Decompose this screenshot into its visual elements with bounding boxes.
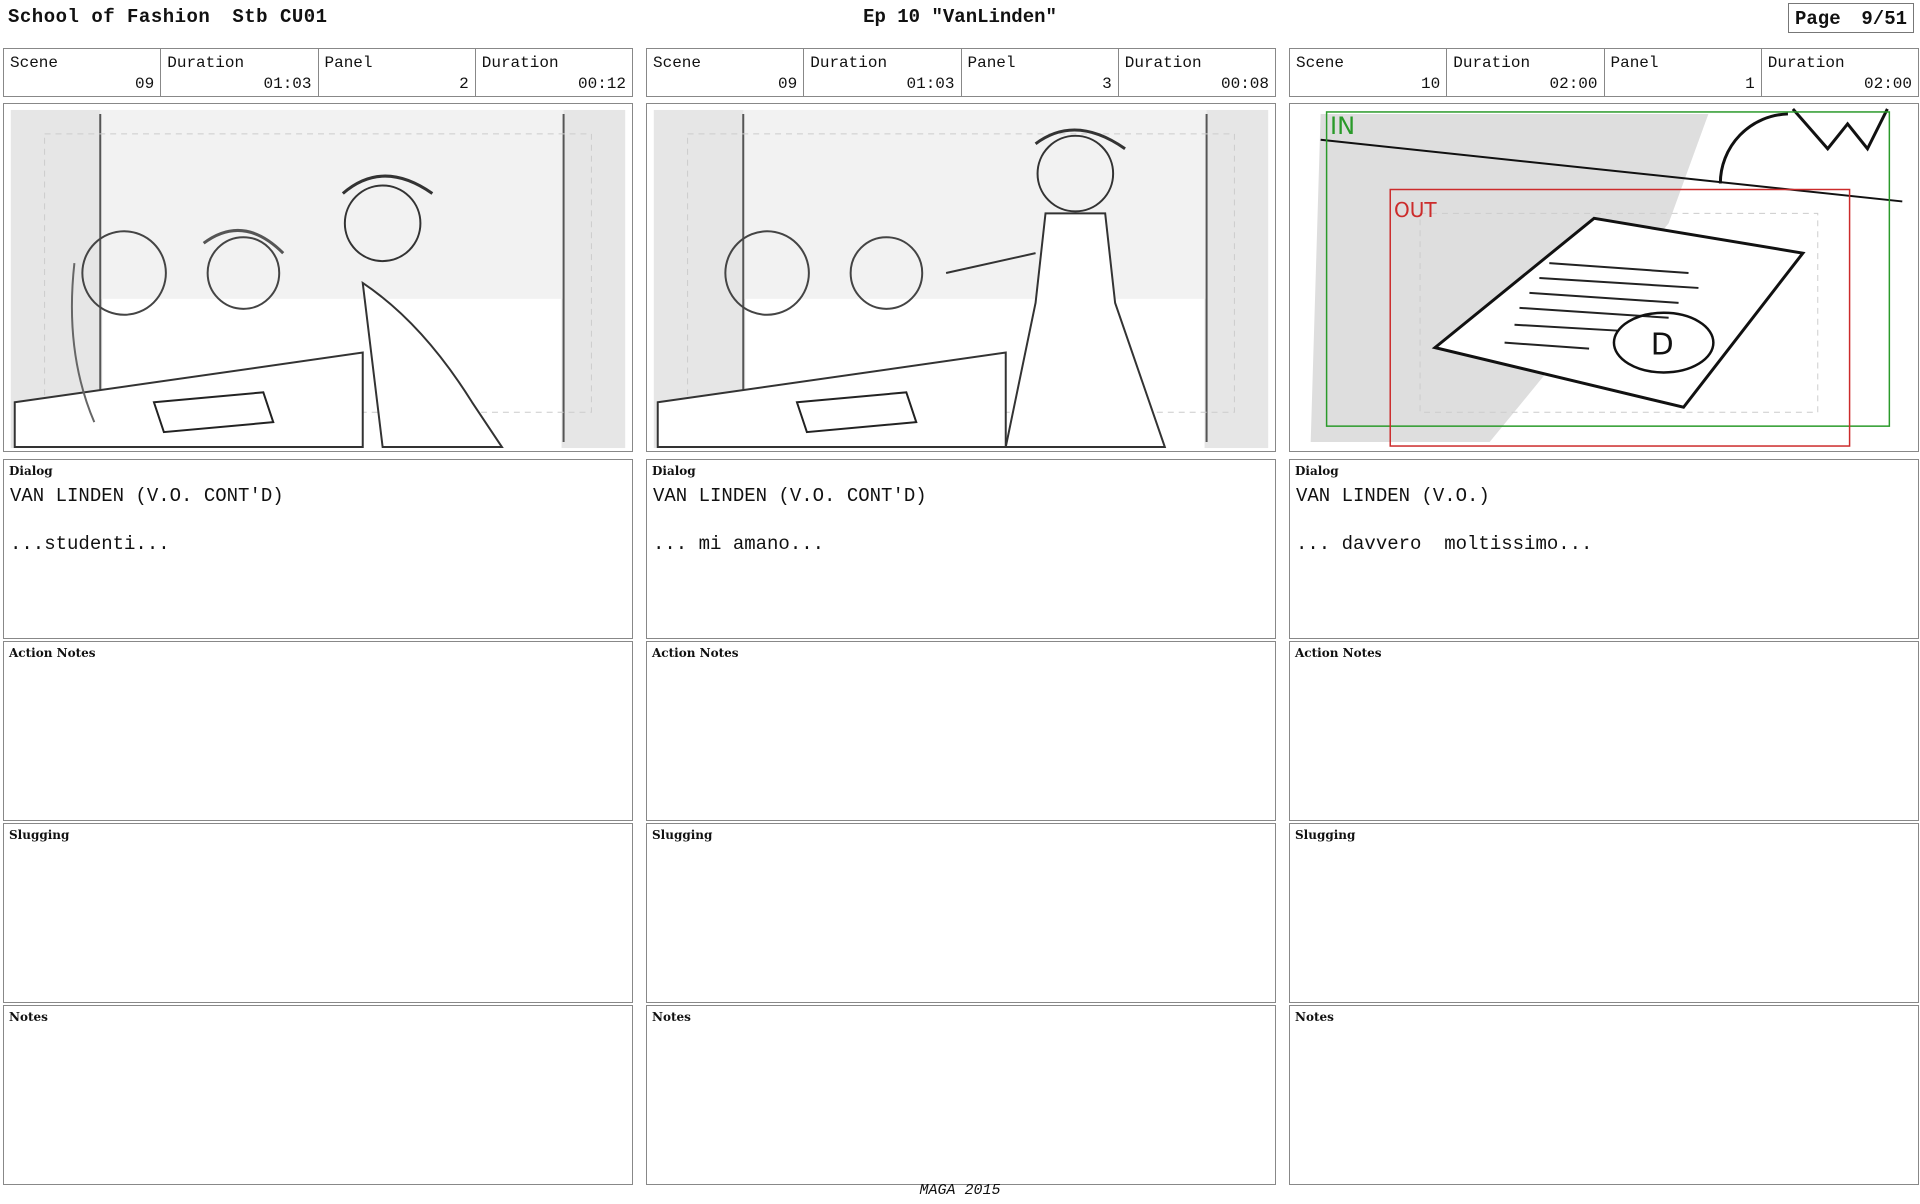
dialog-box[interactable]: Dialog VAN LINDEN (V.O. CONT'D) ...studen… bbox=[3, 459, 633, 639]
page-label: Page bbox=[1795, 8, 1841, 30]
page-indicator: Page 9/51 bbox=[1788, 3, 1914, 33]
dialog-speaker: VAN LINDEN (V.O.) bbox=[1296, 485, 1490, 507]
classroom-sketch-icon bbox=[8, 107, 628, 449]
panel-duration-value: 00:08 bbox=[1220, 75, 1269, 93]
dialog-box[interactable]: Dialog VAN LINDEN (V.O.)... davvero molt… bbox=[1289, 459, 1919, 639]
action-notes-box[interactable]: Action Notes bbox=[646, 641, 1276, 821]
panel-cell: Panel 1 bbox=[1605, 49, 1762, 96]
teacher-sketch-icon bbox=[651, 107, 1271, 449]
slugging-box[interactable]: Slugging bbox=[646, 823, 1276, 1003]
camera-in-label: IN bbox=[1330, 112, 1356, 140]
page-number: 9/51 bbox=[1861, 8, 1907, 30]
episode-title: Ep 10 "VanLinden" bbox=[863, 6, 1057, 28]
dialog-box[interactable]: Dialog VAN LINDEN (V.O. CONT'D)... mi am… bbox=[646, 459, 1276, 639]
footer-credit: MAGA 2015 bbox=[919, 1182, 1001, 1199]
scene-duration-value: 01:03 bbox=[906, 75, 955, 93]
panel-duration-value: 00:12 bbox=[577, 75, 626, 93]
scene-value: 10 bbox=[1421, 75, 1441, 93]
scene-cell: Scene 09 bbox=[4, 49, 162, 96]
panel-header: Scene 09 Duration 01:03 Panel 3 Duration 00:… bbox=[646, 48, 1276, 97]
storyboard-frame[interactable]: D IN OUT bbox=[1289, 103, 1919, 452]
slugging-box[interactable]: Slugging bbox=[1289, 823, 1919, 1003]
panel-cell: Panel 3 bbox=[962, 49, 1119, 96]
panel-value: 1 bbox=[1745, 75, 1755, 93]
storyboard-frame[interactable] bbox=[3, 103, 633, 452]
panel-value: 3 bbox=[1102, 75, 1112, 93]
panel-duration-cell: Duration 00:12 bbox=[481, 54, 626, 93]
dialog-speaker: VAN LINDEN (V.O. CONT'D) bbox=[10, 485, 284, 507]
dialog-line: ... davvero moltissimo... bbox=[1296, 533, 1593, 555]
notes-box[interactable]: Notes bbox=[3, 1005, 633, 1185]
scene-duration-value: 01:03 bbox=[263, 75, 312, 93]
dialog-line: ...studenti... bbox=[10, 533, 170, 555]
action-notes-box[interactable]: Action Notes bbox=[1289, 641, 1919, 821]
scene-duration-cell: Duration 01:03 bbox=[161, 49, 319, 96]
notes-box[interactable]: Notes bbox=[1289, 1005, 1919, 1185]
paper-grade-sketch-icon: D bbox=[1294, 107, 1914, 448]
scene-cell: Scene 09 bbox=[647, 49, 805, 96]
panel-header: Scene 10 Duration 02:00 Panel 1 Duration 02:… bbox=[1289, 48, 1919, 97]
storyboard-frame[interactable] bbox=[646, 103, 1276, 452]
scene-cell: Scene 10 bbox=[1290, 49, 1448, 96]
panel-duration-cell: Duration 02:00 bbox=[1767, 54, 1912, 93]
dialog-line: ... mi amano... bbox=[653, 533, 825, 555]
panel-cell: Panel 2 bbox=[319, 49, 476, 96]
scene-value: 09 bbox=[778, 75, 798, 93]
panel-value: 2 bbox=[459, 75, 469, 93]
dialog-speaker: VAN LINDEN (V.O. CONT'D) bbox=[653, 485, 927, 507]
slugging-box[interactable]: Slugging bbox=[3, 823, 633, 1003]
page-header: School of Fashion Stb CU01 Ep 10 "VanLind… bbox=[0, 0, 1920, 46]
scene-duration-cell: Duration 02:00 bbox=[1447, 49, 1605, 96]
panel-column-3: Scene 10 Duration 02:00 Panel 1 Duration 02:… bbox=[1289, 48, 1919, 1185]
svg-text:D: D bbox=[1651, 328, 1674, 363]
action-notes-box[interactable]: Action Notes bbox=[3, 641, 633, 821]
panel-duration-value: 02:00 bbox=[1863, 75, 1912, 93]
panel-header: Scene 09 Duration 01:03 Panel 2 Duration 00:… bbox=[3, 48, 633, 97]
scene-duration-cell: Duration 01:03 bbox=[804, 49, 962, 96]
notes-box[interactable]: Notes bbox=[646, 1005, 1276, 1185]
scene-duration-value: 02:00 bbox=[1549, 75, 1598, 93]
camera-out-label: OUT bbox=[1394, 198, 1437, 222]
panel-column-2: Scene 09 Duration 01:03 Panel 3 Duration 00:… bbox=[646, 48, 1276, 1185]
scene-value: 09 bbox=[135, 75, 155, 93]
panel-duration-cell: Duration 00:08 bbox=[1124, 54, 1269, 93]
panel-column-1: Scene 09 Duration 01:03 Panel 2 Duration 00:… bbox=[3, 48, 633, 1185]
